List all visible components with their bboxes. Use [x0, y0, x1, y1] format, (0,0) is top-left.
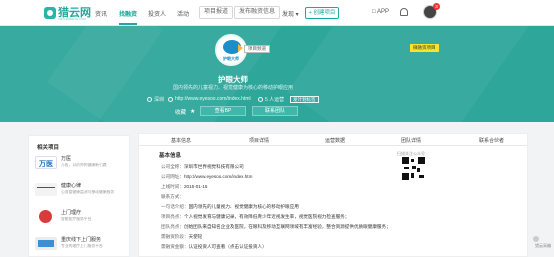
- heart-rate-icon: [35, 183, 57, 196]
- info-row: 项目亮点：个人视觉发育与健康记录，有效降低青少年近视发生率，视觉医院视力检查服务…: [161, 214, 349, 220]
- bell-icon[interactable]: [400, 8, 408, 16]
- info-row: 联系方式：: [161, 194, 184, 200]
- info-row: 团队亮点：创始团队来自知名企业及医院，在眼科及移动互联网领域有丰富经验，整合资源…: [161, 224, 391, 230]
- location-text: 深圳: [154, 97, 165, 103]
- info-key: 联系方式：: [161, 194, 184, 199]
- related-projects-title: 相关项目: [37, 145, 60, 151]
- related-projects-panel: 相关项目 万医 万医 万医，以药师的健康新引路 健康心律 心血管健康监测与移动健…: [28, 135, 130, 257]
- site-logo[interactable]: 猎云网 LIEYUNWANG.COM: [44, 4, 91, 22]
- nav-discover-dropdown[interactable]: 发现 ▾: [282, 9, 299, 18]
- info-row: 公司网址：http://www.eyesoo.com/index.htm: [161, 174, 252, 180]
- info-key: 需融资阶段：: [161, 234, 189, 239]
- info-value[interactable]: http://www.eyesoo.com/index.htm: [184, 174, 252, 179]
- project-logo: 护眼大师: [215, 34, 247, 66]
- scroll-up-icon[interactable]: [533, 236, 539, 242]
- logo-tagline: LIEYUNWANG.COM: [58, 17, 86, 21]
- team-icon: [258, 97, 263, 102]
- nav-publish-funding[interactable]: 发布融资信息: [234, 6, 281, 19]
- related-project-item[interactable]: 重庆线下上门服务 专业的理疗上门服务平台: [35, 235, 127, 257]
- project-thumb: 万医: [35, 156, 57, 169]
- app-download-link[interactable]: □ APP: [372, 9, 389, 15]
- related-project-desc: 智能医疗服务平台: [61, 217, 92, 221]
- project-thumb: [35, 237, 57, 250]
- location-pin-icon: [147, 97, 152, 102]
- related-project-name[interactable]: 上门理疗: [61, 209, 81, 216]
- project-location: 深圳: [147, 96, 164, 103]
- project-website[interactable]: http://www.eyesoo.com/index.html: [168, 96, 251, 102]
- nav-events[interactable]: 活动: [177, 9, 189, 18]
- website-text[interactable]: http://www.eyesoo.com/index.html: [175, 96, 251, 102]
- star-icon[interactable]: ★: [190, 108, 195, 115]
- info-value: 深圳市世界视觉科技有限公司: [183, 164, 244, 169]
- project-detail-card: 基本信息 项目详情 运营数据 团队详情 联系合伙者 基本信息 公司全称：深圳市世…: [138, 133, 528, 257]
- micro-financing-tag: 微融资项目: [410, 44, 439, 52]
- nav-investors[interactable]: 投资人: [148, 9, 166, 18]
- info-row: 公司全称：深圳市世界视觉科技有限公司: [161, 164, 244, 170]
- contact-team-button[interactable]: 联系团队: [252, 106, 298, 116]
- tab-basic-info[interactable]: 基本信息: [171, 137, 191, 144]
- project-description: 国内领先的儿童视力、视觉健康为核心的移动护眼应用: [172, 85, 293, 91]
- project-logo-text: 护眼大师: [223, 56, 239, 61]
- project-hero: 护眼大师 项目频道 微融资项目 护眼大师 国内领先的儿童视力、视觉健康为核心的移…: [0, 26, 554, 122]
- related-project-item[interactable]: 万医 万医 万医，以药师的健康新引路: [35, 154, 127, 176]
- detail-tabs: 基本信息 项目详情 运营数据 团队详情 联系合伙者: [139, 134, 527, 146]
- related-project-desc: 专业的理疗上门服务平台: [61, 244, 103, 248]
- tab-project-details[interactable]: 项目详情: [249, 137, 269, 144]
- link-icon: [168, 96, 173, 102]
- info-value: 个人视觉发育与健康记录，有效降低青少年近视发生率，视觉医院视力检查服务；: [183, 214, 350, 219]
- nav-project-report[interactable]: 项目报道: [199, 6, 234, 19]
- floating-label[interactable]: 猎云采编: [535, 243, 551, 249]
- info-row: 上线时间：2015-01-15: [161, 184, 207, 190]
- info-key: 公司网址：: [161, 174, 184, 179]
- info-key: 一句话介绍：: [161, 204, 189, 209]
- related-project-item[interactable]: 健康心律 心血管健康监测与移动健康服务: [35, 181, 127, 203]
- logo-mark-icon: [44, 7, 56, 19]
- related-project-desc: 心血管健康监测与移动健康服务: [61, 190, 115, 194]
- info-row: 需融资金额：认证投资人可查看（点击认证投资人）: [161, 244, 267, 250]
- related-project-name[interactable]: 健康心律: [61, 182, 81, 189]
- info-key: 上线时间：: [161, 184, 184, 189]
- related-project-item[interactable]: 上门理疗 智能医疗服务平台: [35, 208, 127, 230]
- section-title: 基本信息: [159, 153, 182, 159]
- info-key: 项目亮点：: [161, 214, 184, 219]
- tab-contact[interactable]: 联系合伙者: [479, 137, 504, 144]
- therapy-logo-icon: [39, 210, 52, 223]
- info-key: 公司全称：: [161, 164, 184, 169]
- related-project-name[interactable]: 万医: [61, 155, 71, 162]
- nav-news[interactable]: 资讯: [95, 9, 107, 18]
- project-members: 5 人运营: [258, 96, 284, 103]
- info-key: 团队亮点：: [161, 224, 184, 229]
- members-text: 5 人运营: [265, 97, 285, 103]
- info-row: 一句话介绍：国内领先的儿童视力、视觉健康为核心的移动护眼应用: [161, 204, 299, 210]
- notification-badge: 3: [433, 3, 440, 10]
- fish-tail-icon: [238, 44, 243, 52]
- top-nav: 猎云网 LIEYUNWANG.COM 资讯 找融资 投资人 活动 项目报道 发布…: [0, 0, 554, 26]
- info-value[interactable]: 认证投资人可查看（点击认证投资人）: [189, 244, 267, 249]
- view-bp-button[interactable]: 查看BP: [200, 106, 246, 116]
- nav-find-funding[interactable]: 找融资: [119, 9, 138, 25]
- related-project-name[interactable]: 重庆线下上门服务: [61, 236, 101, 243]
- tab-operation-data[interactable]: 运营数据: [325, 137, 345, 144]
- info-value: 2015-01-15: [183, 184, 208, 189]
- create-project-button[interactable]: + 创建项目: [305, 7, 339, 19]
- related-project-desc: 万医，以药师的健康新引路: [61, 163, 107, 167]
- plan-tag-button[interactable]: 发计划标签: [290, 96, 319, 103]
- info-row: 需融资阶段：天使轮: [161, 234, 202, 240]
- project-channel-tag[interactable]: 项目频道: [244, 45, 270, 53]
- info-key: 需融资金额：: [161, 244, 189, 249]
- tab-team-details[interactable]: 团队详情: [401, 137, 421, 144]
- collect-label[interactable]: 收藏: [175, 108, 186, 116]
- info-value: 天使轮: [188, 234, 203, 239]
- info-value: 创始团队来自知名企业及医院，在眼科及移动互联网领域有丰富经验，整合资源提供优质眼…: [183, 224, 391, 229]
- qr-code-icon: [402, 157, 425, 180]
- info-value: 国内领先的儿童视力、视觉健康为核心的移动护眼应用: [188, 204, 299, 209]
